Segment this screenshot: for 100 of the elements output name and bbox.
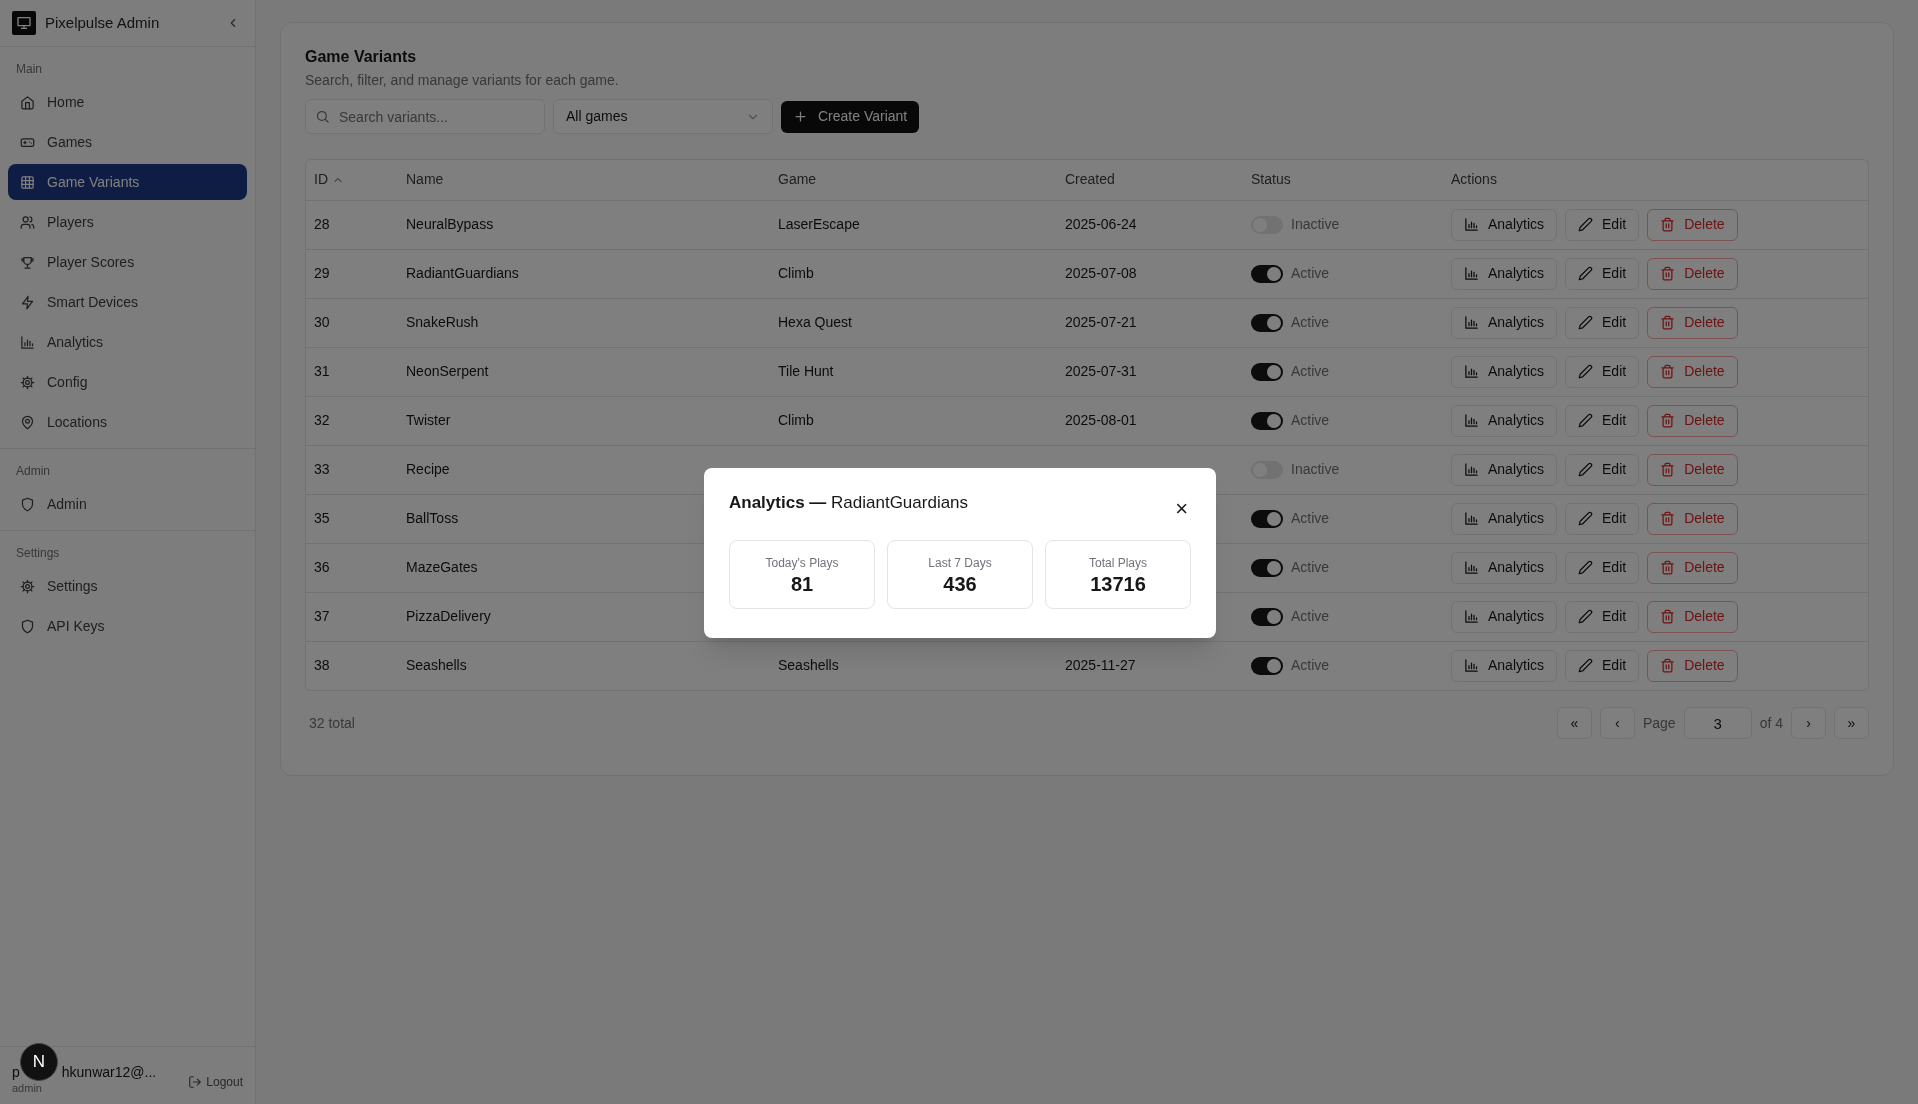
pencil-icon: [1578, 609, 1594, 624]
plus-icon: [793, 109, 808, 124]
delete-button[interactable]: Delete: [1647, 257, 1738, 290]
status-toggle[interactable]: [1251, 558, 1283, 577]
table-cell: 30: [314, 314, 330, 330]
table-cell: 35: [314, 510, 330, 526]
bar-chart-icon: [1464, 511, 1479, 526]
game-filter-dropdown[interactable]: All games: [553, 99, 773, 134]
close-button[interactable]: ×: [1175, 498, 1188, 520]
section-label: Main: [15, 61, 43, 78]
edit-button[interactable]: Edit: [1565, 208, 1640, 241]
analytics-button[interactable]: Analytics: [1451, 502, 1558, 535]
delete-button[interactable]: Delete: [1647, 649, 1738, 682]
nav-item[interactable]: Games: [8, 124, 247, 160]
delete-button[interactable]: Delete: [1647, 551, 1738, 584]
edit-button[interactable]: Edit: [1565, 502, 1640, 535]
trash-icon: [1660, 413, 1676, 428]
table-cell: PizzaDelivery: [406, 608, 491, 624]
table-cell: Climb: [778, 412, 814, 428]
delete-button[interactable]: Delete: [1647, 453, 1738, 486]
analytics-button[interactable]: Analytics: [1451, 404, 1558, 437]
page-title: Game Variants: [305, 47, 418, 67]
users-icon: [20, 214, 35, 230]
bar-chart-icon: [1464, 658, 1479, 674]
status-label: Active: [1291, 313, 1330, 332]
nav-item[interactable]: Game Variants: [8, 164, 247, 200]
page-number-field[interactable]: 3: [1683, 707, 1752, 739]
delete-button[interactable]: Delete: [1647, 404, 1738, 437]
page-count: of 4: [1759, 713, 1783, 733]
stat-value: 81: [790, 571, 814, 596]
column-header[interactable]: ID: [314, 169, 344, 191]
settings-icon: [20, 374, 35, 390]
status-toggle[interactable]: [1251, 509, 1283, 528]
next-page-button[interactable]: ›: [1791, 707, 1826, 739]
grid-icon: [20, 174, 35, 190]
bar-chart-icon: [1464, 560, 1479, 575]
table-cell: BallToss: [406, 510, 459, 526]
last-page-button[interactable]: »: [1834, 707, 1869, 739]
pencil-icon: [1578, 217, 1594, 232]
table-cell: 38: [314, 657, 330, 674]
total-count: 32 total: [308, 713, 356, 733]
edit-button[interactable]: Edit: [1565, 649, 1640, 682]
edit-button[interactable]: Edit: [1565, 551, 1640, 584]
search-field[interactable]: Search variants...: [305, 99, 545, 134]
table-cell: 2025-08-01: [1065, 412, 1137, 428]
analytics-button[interactable]: Analytics: [1451, 257, 1558, 290]
pencil-icon: [1578, 658, 1594, 674]
edit-button[interactable]: Edit: [1565, 404, 1640, 437]
trash-icon: [1660, 658, 1676, 674]
nav-item[interactable]: API Keys: [8, 608, 247, 644]
nav-item[interactable]: Players: [8, 204, 247, 240]
table-cell: 36: [314, 559, 330, 575]
table-cell: 32: [314, 412, 330, 428]
analytics-button[interactable]: Analytics: [1451, 649, 1558, 682]
previous-page-button[interactable]: ‹: [1599, 707, 1635, 739]
nav-item[interactable]: Analytics: [8, 324, 247, 360]
delete-button[interactable]: Delete: [1647, 306, 1738, 339]
page-subtitle: Search, filter, and manage variants for each game.: [305, 71, 620, 90]
create-variant-button[interactable]: Create Variant: [781, 100, 920, 133]
status-toggle[interactable]: [1251, 607, 1283, 626]
status-toggle[interactable]: [1251, 264, 1283, 283]
status-label: Inactive: [1291, 460, 1340, 479]
status-label: Active: [1291, 509, 1330, 528]
edit-button[interactable]: Edit: [1565, 600, 1640, 633]
status-toggle[interactable]: [1251, 656, 1283, 675]
delete-button[interactable]: Delete: [1647, 208, 1738, 241]
analytics-button[interactable]: Analytics: [1451, 600, 1558, 633]
table-cell: 31: [314, 363, 330, 379]
stat-value: 13716: [1090, 571, 1146, 596]
edit-button[interactable]: Edit: [1565, 257, 1640, 290]
table-cell: 2025-07-21: [1065, 314, 1137, 330]
nav-item[interactable]: Locations: [8, 404, 247, 440]
edit-button[interactable]: Edit: [1565, 453, 1640, 486]
settings-icon: [20, 578, 35, 594]
column-header: Status: [1251, 171, 1291, 188]
edit-button[interactable]: Edit: [1565, 355, 1640, 388]
stat-value: 436: [943, 571, 977, 596]
analytics-button[interactable]: Analytics: [1451, 453, 1558, 486]
nav-item[interactable]: Admin: [8, 486, 247, 522]
bar-chart-icon: [1464, 609, 1479, 624]
status-toggle[interactable]: [1251, 411, 1283, 430]
delete-button[interactable]: Delete: [1647, 600, 1738, 633]
delete-button[interactable]: Delete: [1647, 355, 1738, 388]
status-toggle[interactable]: [1251, 362, 1283, 381]
logout-button[interactable]: Logout: [188, 1072, 243, 1091]
nav-item[interactable]: Settings: [8, 568, 247, 604]
analytics-button[interactable]: Analytics: [1451, 355, 1558, 388]
delete-button[interactable]: Delete: [1647, 502, 1738, 535]
analytics-button[interactable]: Analytics: [1451, 306, 1558, 339]
analytics-button[interactable]: Analytics: [1451, 208, 1558, 241]
nav-item[interactable]: Config: [8, 364, 247, 400]
status-toggle[interactable]: [1251, 313, 1283, 332]
nav-item[interactable]: Smart Devices: [8, 284, 247, 320]
edit-button[interactable]: Edit: [1565, 306, 1640, 339]
analytics-button[interactable]: Analytics: [1451, 551, 1558, 584]
nav-item[interactable]: Player Scores: [8, 244, 247, 280]
pencil-icon: [1578, 364, 1594, 379]
first-page-button[interactable]: «: [1556, 707, 1592, 739]
nav-item[interactable]: Home: [8, 84, 247, 120]
status-label: Inactive: [1291, 215, 1340, 234]
